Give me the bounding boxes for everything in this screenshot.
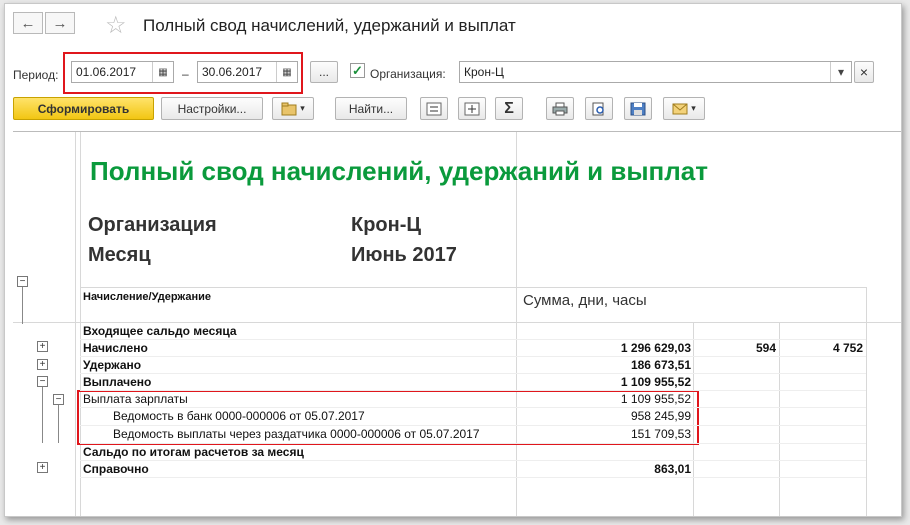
find-button[interactable]: Найти... [335, 97, 407, 120]
sum-icon: Σ [504, 99, 514, 117]
period-label: Период: [13, 68, 59, 82]
row-divider [80, 407, 866, 408]
organization-label: Организация: [370, 67, 446, 81]
chevron-down-icon: ▾ [300, 103, 305, 113]
row-bank-statement-amount: 958 245,99 [630, 409, 691, 423]
grid-line [80, 287, 866, 288]
organization-value: Крон-Ц [464, 65, 504, 79]
outline-line [58, 405, 59, 443]
organization-clear-button[interactable]: × [854, 61, 874, 83]
chevron-down-icon[interactable]: ▾ [830, 62, 851, 82]
save-icon [630, 102, 646, 115]
row-divider [80, 477, 866, 478]
row-withheld-amount: 186 673,51 [630, 358, 691, 372]
arrow-left-icon: ← [20, 14, 36, 32]
period-to-field[interactable]: 30.06.2017 ▦ [197, 61, 298, 83]
window-title: Полный свод начислений, удержаний и выпл… [143, 16, 516, 35]
sum-button[interactable]: Σ [495, 97, 523, 120]
row-accrued-label: Начислено [83, 341, 148, 355]
row-opening-balance-label: Входящее сальдо месяца [83, 324, 237, 338]
row-closing-balance-label: Сальдо по итогам расчетов за месяц [83, 445, 304, 459]
collapse-groups-button[interactable] [458, 97, 486, 120]
close-icon: × [859, 64, 869, 80]
report-heading: Полный свод начислений, удержаний и выпл… [90, 156, 708, 186]
calendar-icon[interactable]: ▦ [276, 62, 297, 82]
chevron-down-icon: ▾ [691, 103, 696, 113]
row-salary-payout-amount: 1 109 955,52 [620, 392, 691, 406]
organization-checkbox[interactable]: ✓ [350, 63, 365, 78]
send-button[interactable]: ▾ [663, 97, 705, 120]
row-salary-payout-label: Выплата зарплаты [83, 392, 188, 406]
column-header-amount: Сумма, дни, часы [523, 292, 647, 309]
row-divider [80, 425, 866, 426]
collapse-icon [464, 102, 480, 115]
row-divider [80, 390, 866, 391]
row-divider [80, 443, 866, 444]
row-divider [80, 356, 866, 357]
period-from-value: 01.06.2017 [76, 65, 137, 79]
outline-line [42, 387, 43, 443]
back-button[interactable]: ← [13, 12, 43, 34]
arrow-right-icon: → [52, 14, 68, 32]
row-expand-toggle[interactable]: + [37, 359, 48, 370]
month-param-value: Июнь 2017 [351, 244, 457, 266]
row-divider [80, 339, 866, 340]
calendar-icon[interactable]: ▦ [152, 62, 173, 82]
folder-icon [281, 102, 297, 115]
month-param-label: Месяц [88, 244, 151, 266]
row-cashier-statement-label: Ведомость выплаты через раздатчика 0000-… [113, 427, 480, 441]
expand-icon [426, 102, 442, 115]
row-paid-label: Выплачено [83, 375, 152, 389]
row-paid-amount: 1 109 955,52 [620, 375, 691, 389]
row-accrued-days: 594 [755, 341, 776, 355]
period-dash: – [182, 67, 189, 81]
generate-button[interactable]: Сформировать [13, 97, 154, 120]
report-window: ← → ☆ Полный свод начислений, удержаний … [4, 3, 902, 517]
row-divider [80, 373, 866, 374]
row-reference-label: Справочно [83, 462, 149, 476]
forward-button[interactable]: → [45, 12, 75, 34]
envelope-icon [672, 103, 688, 114]
row-accrued-hours: 4 752 [832, 341, 863, 355]
row-expand-toggle[interactable]: + [37, 341, 48, 352]
report-spreadsheet[interactable]: − + + − − + Полный свод начислений, удер… [13, 131, 901, 516]
preview-button[interactable] [585, 97, 613, 120]
expand-groups-button[interactable] [420, 97, 448, 120]
settings-button[interactable]: Настройки... [161, 97, 263, 120]
printer-icon [552, 102, 568, 115]
org-param-value: Крон-Ц [351, 214, 421, 236]
preview-icon [592, 102, 604, 115]
row-collapse-toggle[interactable]: − [37, 376, 48, 387]
grid-line [75, 132, 76, 516]
row-withheld-label: Удержано [83, 358, 142, 372]
row-expand-toggle[interactable]: + [37, 462, 48, 473]
row-reference-amount: 863,01 [654, 462, 691, 476]
org-param-label: Организация [88, 214, 217, 236]
grid-line [13, 322, 901, 323]
column-header-accrual: Начисление/Удержание [83, 291, 211, 303]
organization-field[interactable]: Крон-Ц ▾ [459, 61, 852, 83]
save-button[interactable] [624, 97, 652, 120]
period-from-field[interactable]: 01.06.2017 ▦ [71, 61, 174, 83]
row-cashier-statement-amount: 151 709,53 [630, 427, 691, 441]
group-collapse-toggle[interactable]: − [17, 276, 28, 287]
period-to-value: 30.06.2017 [202, 65, 263, 79]
favorite-star-icon[interactable]: ☆ [105, 11, 127, 40]
outline-line [22, 287, 23, 324]
row-accrued-amount: 1 296 629,03 [620, 341, 691, 355]
row-divider [80, 460, 866, 461]
period-select-button[interactable]: ... [310, 61, 338, 83]
print-button[interactable] [546, 97, 574, 120]
variants-button[interactable]: ▾ [272, 97, 314, 120]
row-bank-statement-label: Ведомость в банк 0000-000006 от 05.07.20… [113, 409, 365, 423]
row-collapse-toggle[interactable]: − [53, 394, 64, 405]
